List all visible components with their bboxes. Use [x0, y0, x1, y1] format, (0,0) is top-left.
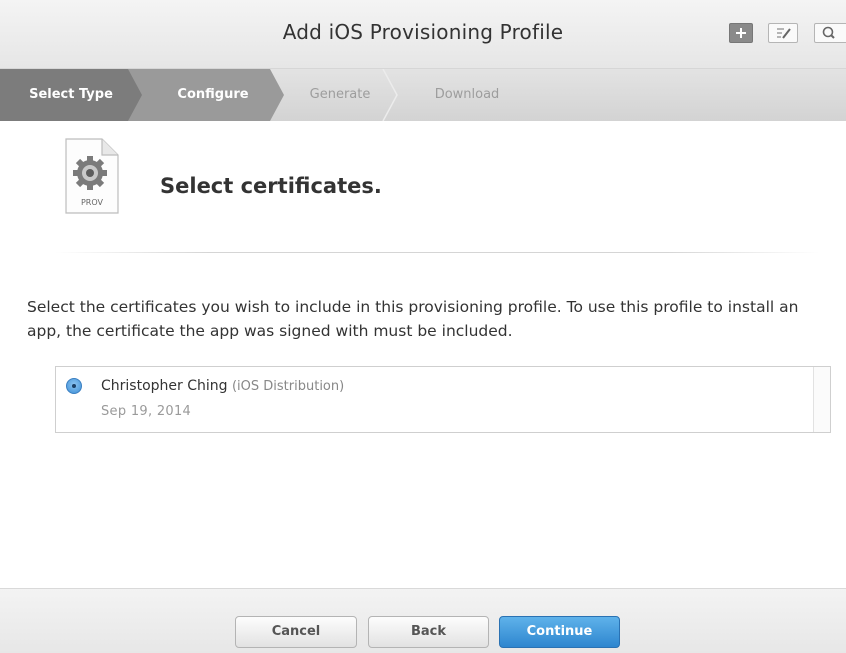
step-configure: Configure [118, 69, 284, 121]
step-separator [382, 69, 398, 121]
certificate-type: (iOS Distribution) [231, 379, 345, 394]
description-text: Select the certificates you wish to incl… [27, 298, 799, 340]
step-download: Download [434, 87, 500, 102]
window-title: Add iOS Provisioning Profile [282, 20, 564, 44]
edit-icon[interactable] [768, 23, 798, 43]
back-button[interactable]: Back [368, 616, 489, 648]
provisioning-profile-icon: PROV [65, 138, 119, 214]
certificate-label[interactable]: Christopher Ching (iOS Distribution) [101, 378, 344, 394]
prov-label: PROV [81, 198, 104, 207]
edit-icon-graphic [777, 28, 791, 39]
search-icon[interactable] [814, 23, 846, 43]
certificate-name: Christopher Ching [101, 378, 228, 394]
step-indicator: Download Generate Configure Select Type [0, 69, 846, 121]
gear-icon [73, 156, 107, 190]
certificate-date: Sep 19, 2014 [101, 404, 192, 419]
add-icon[interactable] [729, 23, 753, 43]
certificate-list: Christopher Ching (iOS Distribution) Sep… [55, 366, 831, 433]
page-title: Select certificates. [160, 174, 382, 198]
footer: Cancel Back Continue [0, 588, 846, 653]
list-scrollbar[interactable] [813, 367, 830, 432]
search-icon-graphic [822, 26, 835, 39]
certificate-radio[interactable] [66, 378, 82, 394]
title-bar: Add iOS Provisioning Profile [0, 0, 846, 69]
step-generate: Generate [309, 87, 371, 102]
divider [55, 252, 820, 253]
step-select-type: Select Type [0, 69, 142, 121]
continue-button[interactable]: Continue [499, 616, 620, 648]
cancel-button[interactable]: Cancel [235, 616, 357, 648]
